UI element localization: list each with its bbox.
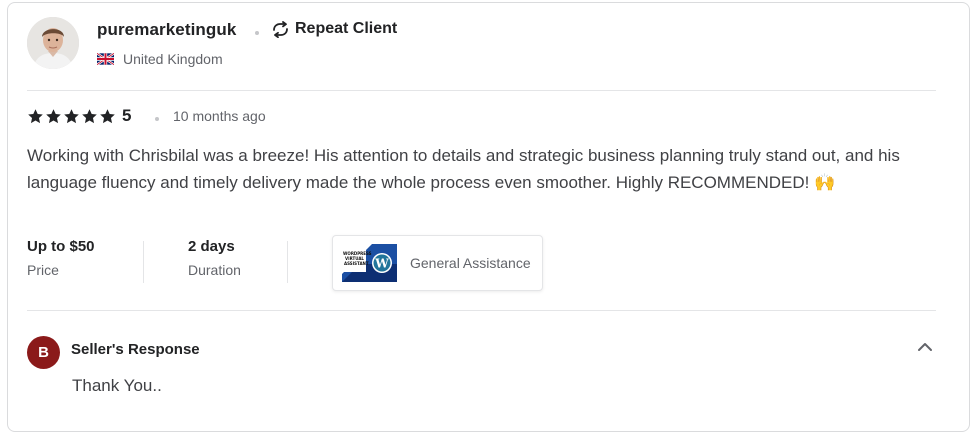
reviewer-avatar[interactable] (27, 17, 79, 69)
service-name: General Assistance (410, 255, 531, 271)
duration-value: 2 days (188, 238, 235, 255)
repeat-client-badge: Repeat Client (271, 20, 397, 38)
details-divider (287, 241, 288, 283)
response-divider (27, 310, 936, 311)
separator-dot (155, 117, 159, 121)
country-name: United Kingdom (123, 51, 223, 67)
duration-label: Duration (188, 262, 241, 278)
details-divider (143, 241, 144, 283)
seller-response-text: Thank You.. (72, 376, 162, 395)
chevron-up-icon[interactable] (916, 338, 934, 356)
star-icon (64, 108, 79, 123)
person-photo-icon (27, 17, 79, 69)
review-text: Working with Chrisbilal was a breeze! Hi… (27, 146, 900, 192)
star-icon (82, 108, 97, 123)
header-divider (27, 90, 936, 91)
seller-response-title: Seller's Response (71, 341, 200, 358)
reviewer-country: United Kingdom (97, 51, 223, 67)
star-icon (100, 108, 115, 123)
svg-text:W: W (374, 257, 389, 271)
rating-value: 5 (122, 106, 132, 125)
svg-text:ASSISTANT: ASSISTANT (344, 261, 369, 266)
separator-dot (255, 31, 259, 35)
price-label: Price (27, 262, 59, 278)
reviewer-username[interactable]: puremarketinguk (97, 20, 236, 40)
star-icon (46, 108, 61, 123)
wordpress-thumbnail-icon: WORDPRESS VIRTUAL ASSISTANT W (342, 244, 397, 282)
repeat-client-label: Repeat Client (295, 20, 398, 37)
service-chip[interactable]: WORDPRESS VIRTUAL ASSISTANT W General As… (332, 235, 543, 291)
repeat-icon (273, 20, 288, 38)
review-time: 10 months ago (173, 108, 266, 124)
rating-row: 5 (27, 106, 131, 126)
star-icon (28, 108, 43, 123)
uk-flag-icon (97, 53, 114, 65)
star-rating (27, 108, 116, 125)
seller-avatar: B (27, 336, 60, 369)
price-value: Up to $50 (27, 238, 95, 255)
